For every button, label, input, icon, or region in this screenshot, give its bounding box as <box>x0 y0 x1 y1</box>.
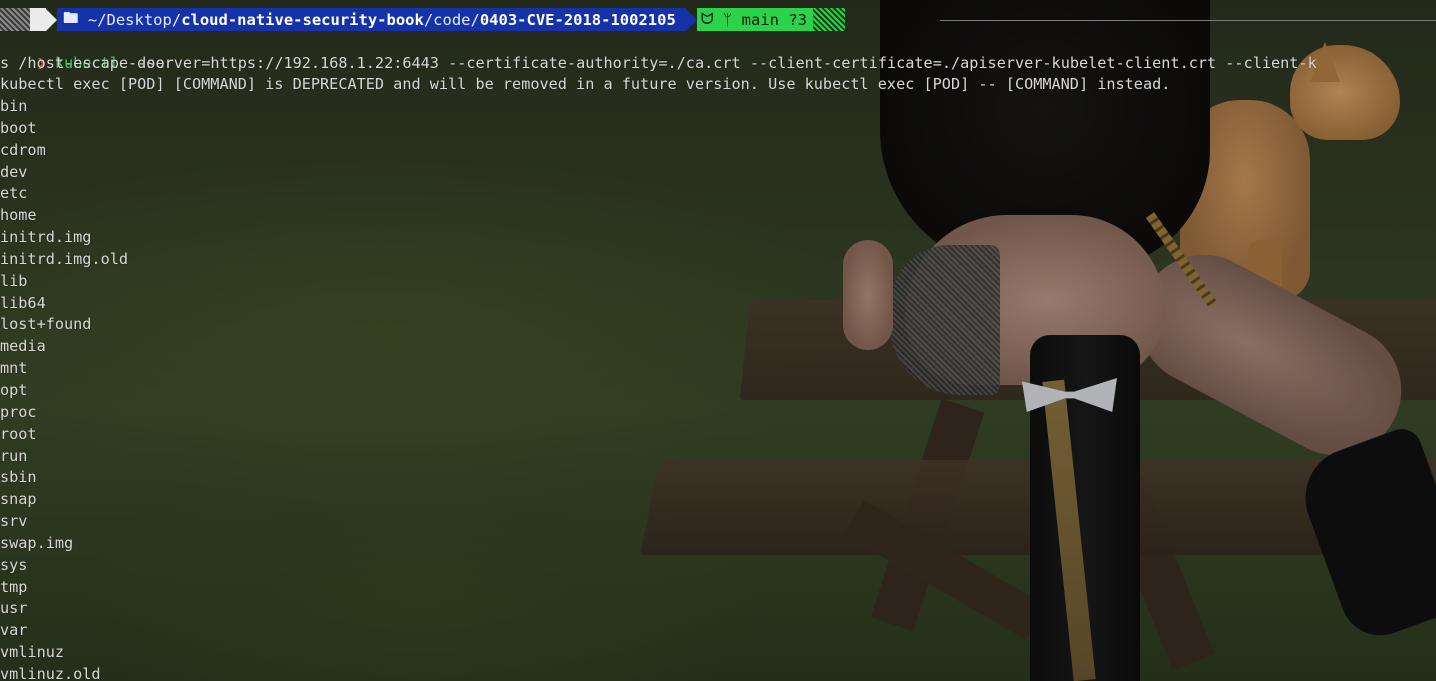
list-item: lost+found <box>0 315 92 334</box>
list-item: srv <box>0 512 28 531</box>
list-item: initrd.img <box>0 228 92 247</box>
terminal-window[interactable]: 🖿 ~/Desktop/cloud-native-security-book/c… <box>0 0 1436 681</box>
segment-separator <box>46 8 57 31</box>
prompt-rule-line <box>940 20 1436 21</box>
list-item: run <box>0 446 28 465</box>
list-item: bin <box>0 97 28 115</box>
git-segment: ᗢ ᛘ main ?3 <box>696 8 814 31</box>
list-item: sys <box>0 555 28 574</box>
background-dim-overlay <box>0 0 1436 681</box>
list-item: cdrom <box>0 140 46 159</box>
list-item: initrd.img.old <box>0 249 129 268</box>
list-item: media <box>0 337 46 356</box>
prompt-hatch-right <box>813 8 846 31</box>
ls-command-output: s /host-escape-door <box>0 53 174 72</box>
list-item: lib64 <box>0 293 46 312</box>
list-item: etc <box>0 184 28 203</box>
list-item: vmlinuz.old <box>0 664 101 681</box>
list-item: opt <box>0 380 28 399</box>
prompt-bar: 🖿 ~/Desktop/cloud-native-security-book/c… <box>0 8 846 31</box>
list-item: proc <box>0 402 37 421</box>
command-args: --server=https://192.168.1.22:6443 --cer… <box>118 53 1317 72</box>
list-item: mnt <box>0 359 28 378</box>
command-line[interactable]: ❯ kubectl --server=https://192.168.1.22:… <box>0 31 1317 72</box>
list-item: lib <box>0 271 28 290</box>
list-item: dev <box>0 162 28 181</box>
wallpaper-background <box>0 0 1436 681</box>
list-item: sbin <box>0 468 37 487</box>
folder-icon: 🖿 <box>63 9 79 27</box>
list-item: tmp <box>0 577 28 596</box>
github-icon: ᗢ <box>700 10 714 28</box>
branch-icon: ᛘ <box>723 10 733 29</box>
list-item: boot <box>0 118 37 137</box>
directory-listing: bin boot cdrom dev etc home initrd.img initrd.i… <box>0 96 128 681</box>
branch-name: main <box>741 10 779 29</box>
list-item: home <box>0 206 37 225</box>
segment-separator <box>685 8 697 31</box>
list-item: swap.img <box>0 533 74 552</box>
list-item: vmlinuz <box>0 643 65 662</box>
list-item: root <box>0 424 37 443</box>
path-segment: 🖿 ~/Desktop/cloud-native-security-book/c… <box>57 8 686 31</box>
list-item: var <box>0 621 28 640</box>
os-segment <box>30 8 46 31</box>
list-item: usr <box>0 599 28 618</box>
list-item: snap <box>0 490 37 509</box>
prompt-hatch-left <box>0 8 30 31</box>
path-mid: /code/ <box>423 10 480 29</box>
git-status: ?3 <box>788 10 808 29</box>
path-dir: 0403-CVE-2018-1002105 <box>479 10 676 29</box>
path-repo: cloud-native-security-book <box>181 10 424 29</box>
deprecation-warning: kubectl exec [POD] [COMMAND] is DEPRECAT… <box>0 75 1171 93</box>
path-prefix: ~/Desktop/ <box>87 10 182 29</box>
